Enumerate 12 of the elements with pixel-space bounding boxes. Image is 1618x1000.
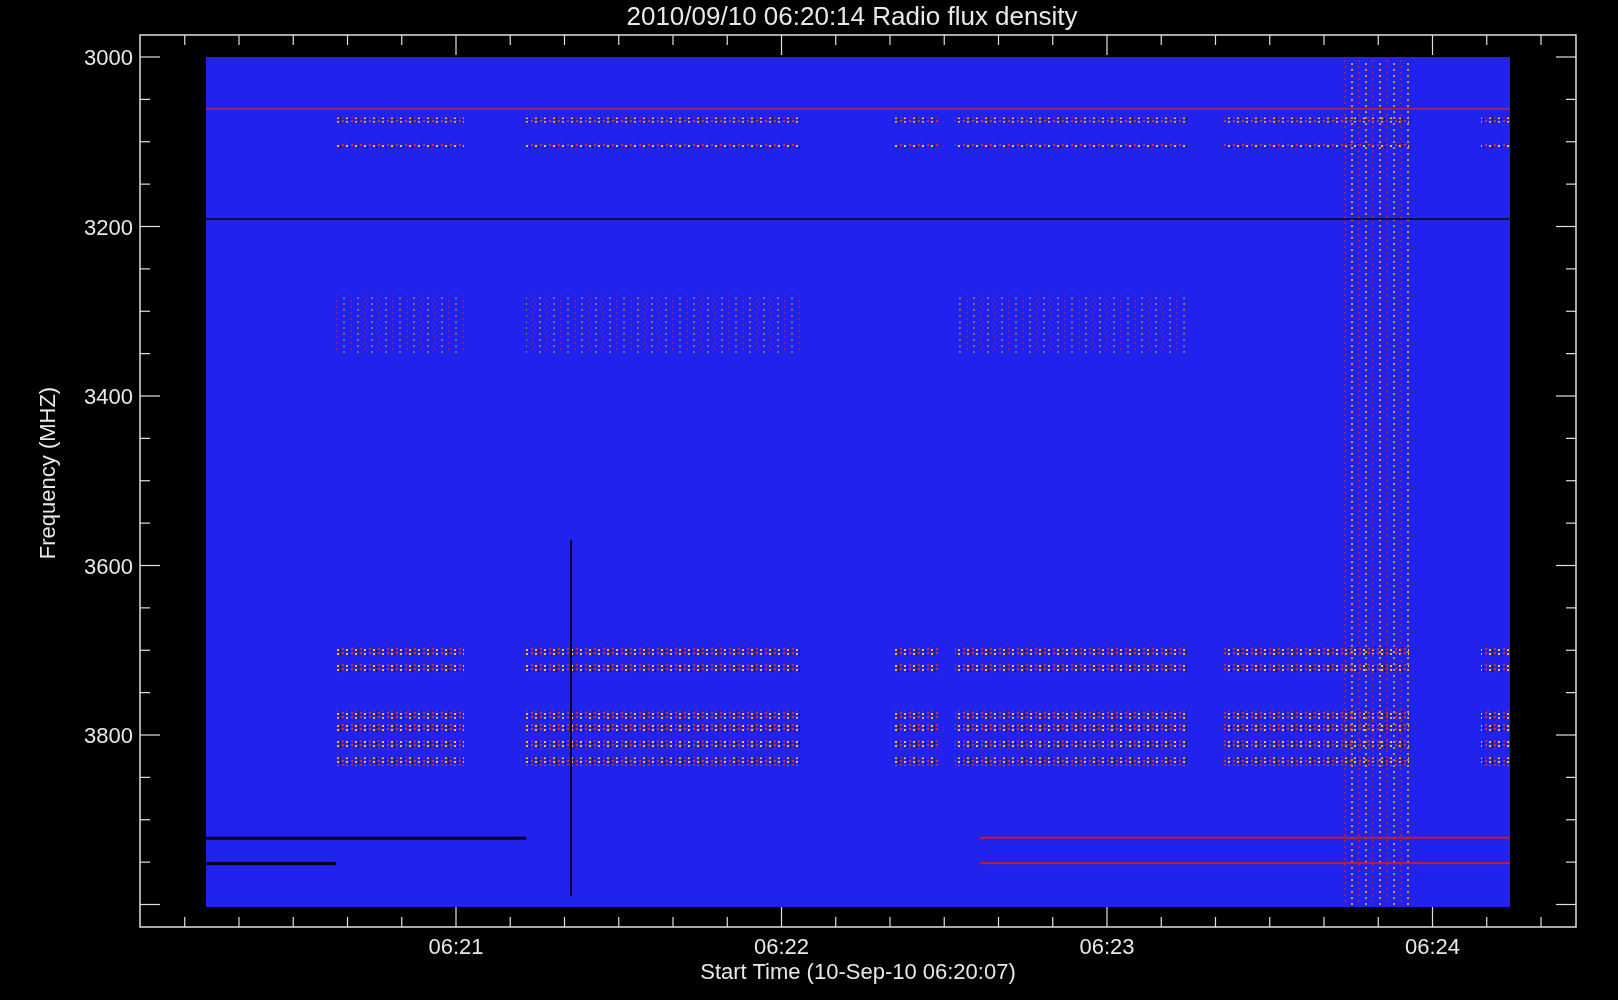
y-tick-label: 3000 [84,45,133,70]
y-tick-label: 3200 [84,214,133,240]
x-tick-label: 06:22 [753,934,810,959]
x-tick-label: 06:24 [1404,934,1461,959]
x-axis-label: Start Time (10-Sep-10 06:20:07) [700,959,1016,984]
y-tick-label: 3400 [84,384,133,409]
chart-title: 2010/09/10 06:20:14 Radio flux density [626,1,1078,31]
x-tick-label: 06:21 [428,934,484,959]
x-tick-label: 06:23 [1079,934,1135,959]
y-tick-label: 3800 [84,723,133,748]
y-tick-label: 3600 [84,553,133,579]
y-axis-label: Frequency (MHZ) [35,386,60,560]
